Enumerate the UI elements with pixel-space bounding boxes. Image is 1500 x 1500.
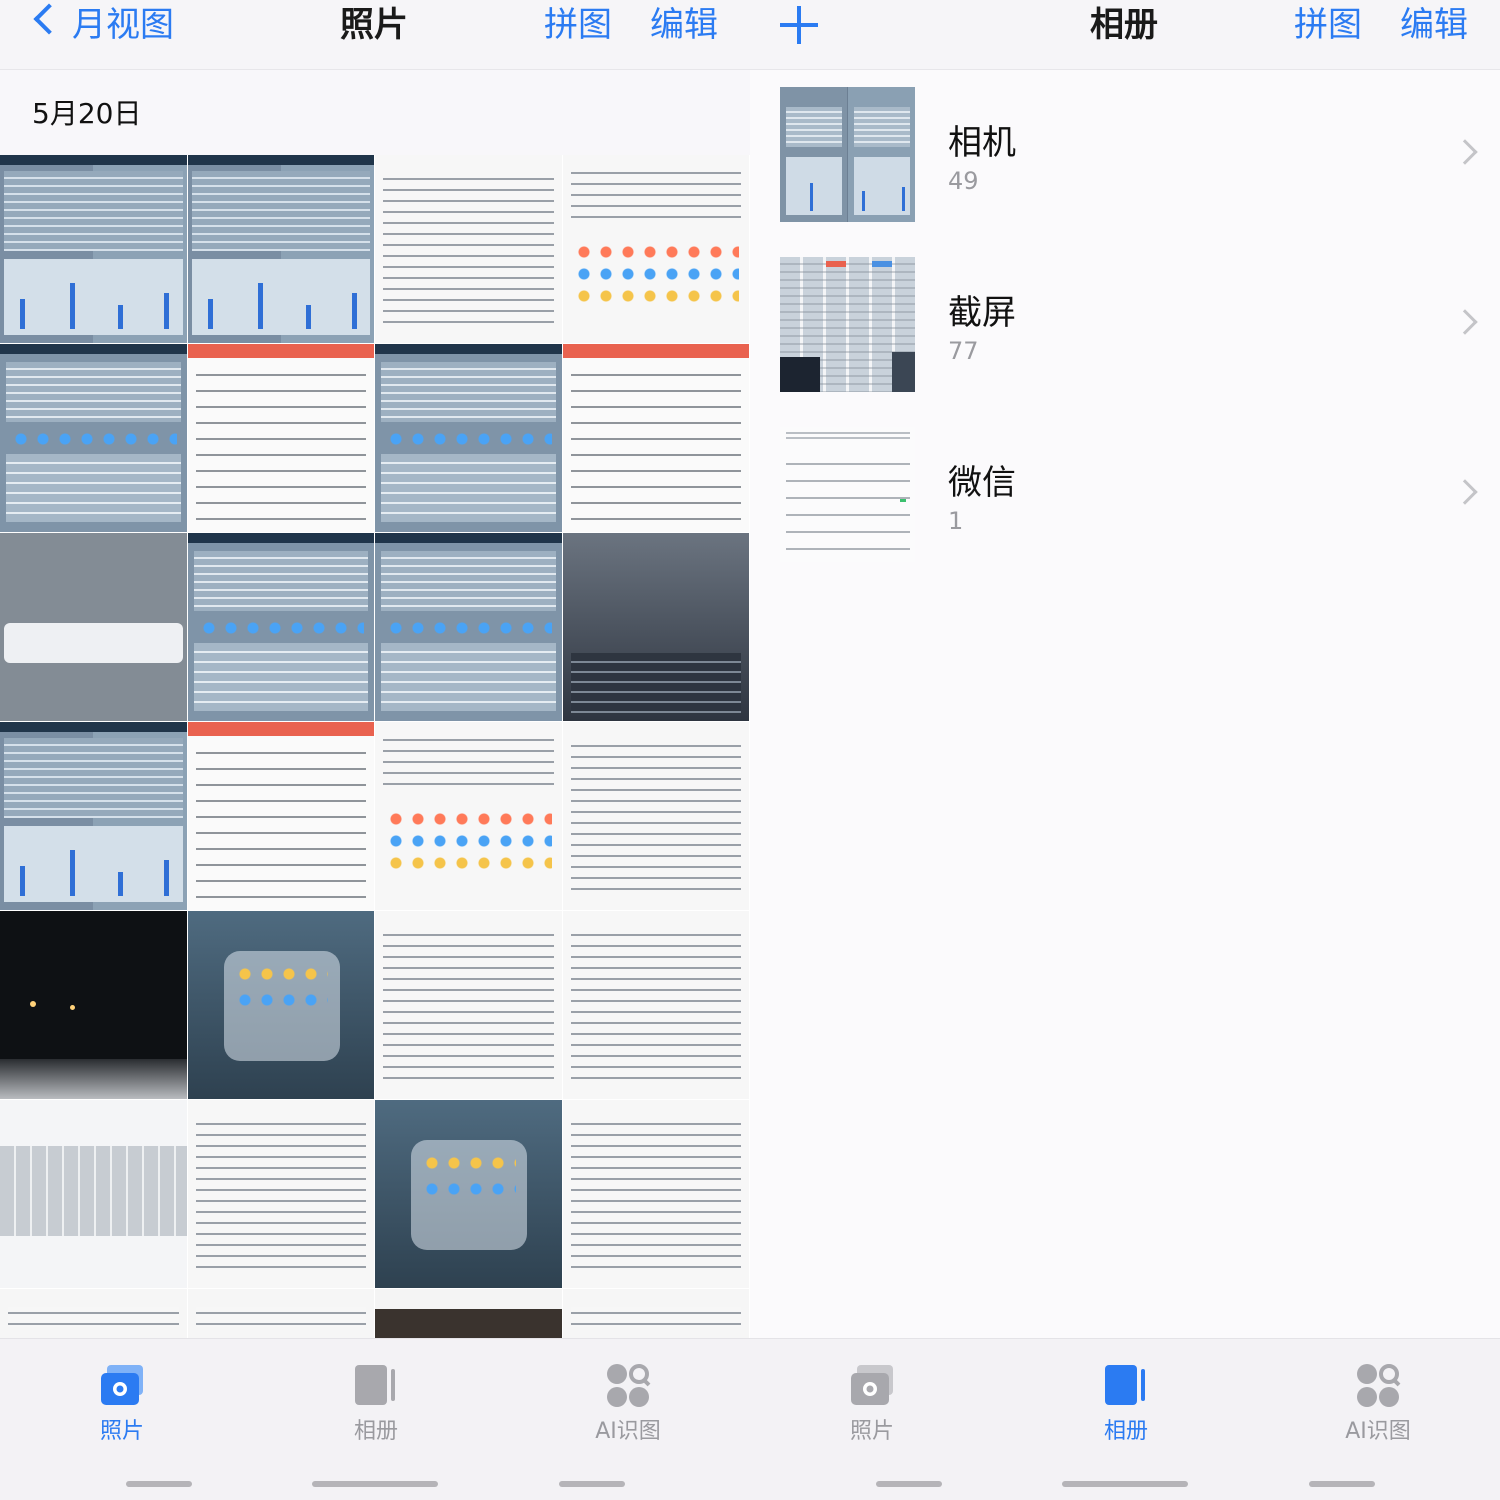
photo-thumbnail[interactable] <box>187 1289 375 1338</box>
photo-thumbnail[interactable] <box>187 533 375 722</box>
tab-photos[interactable]: 照片 <box>62 1361 182 1444</box>
tab-label: 照片 <box>849 1419 894 1444</box>
add-album-icon[interactable] <box>780 6 818 44</box>
photo-thumbnail[interactable] <box>375 1289 563 1338</box>
photo-thumbnail[interactable] <box>187 722 375 911</box>
tab-ai-recognize[interactable]: AI识图 <box>568 1361 688 1444</box>
albums-header: 相册 拼图 编辑 <box>750 0 1500 70</box>
album-item-wechat[interactable]: 微信 1 <box>750 427 1500 577</box>
tab-albums[interactable]: 相册 <box>316 1361 436 1444</box>
album-item-camera[interactable]: 相机 49 <box>750 87 1500 237</box>
tab-photos[interactable]: 照片 <box>812 1361 932 1444</box>
photo-thumbnail[interactable] <box>375 722 563 911</box>
tab-label: AI识图 <box>1345 1419 1411 1444</box>
album-name: 相机 <box>948 123 1016 163</box>
photo-thumbnail[interactable] <box>187 344 375 533</box>
home-indicator <box>559 1481 625 1487</box>
home-indicator <box>126 1481 192 1487</box>
date-section-label: 5月20日 <box>32 97 142 130</box>
photo-thumbnail[interactable] <box>562 1100 750 1289</box>
album-count: 1 <box>948 507 964 535</box>
photo-thumbnail[interactable] <box>375 1100 563 1289</box>
photo-thumbnail[interactable] <box>0 1289 188 1338</box>
album-name: 微信 <box>948 463 1016 503</box>
album-thumbnail <box>780 87 915 222</box>
album-thumbnail <box>780 427 915 562</box>
photos-screen: 月视图 照片 拼图 编辑 5月20日 照片 相册 AI识图 <box>0 0 750 1500</box>
tab-albums[interactable]: 相册 <box>1066 1361 1186 1444</box>
photo-thumbnail[interactable] <box>375 533 563 722</box>
photo-thumbnail[interactable] <box>562 533 750 722</box>
back-chevron-icon[interactable] <box>33 3 65 35</box>
tab-bar: 照片 相册 AI识图 <box>750 1338 1500 1500</box>
edit-button[interactable]: 编辑 <box>650 0 718 50</box>
photo-thumbnail[interactable] <box>0 533 188 722</box>
album-thumbnail <box>780 257 915 392</box>
photo-thumbnail[interactable] <box>375 155 563 344</box>
photo-thumbnail[interactable] <box>0 344 188 533</box>
photos-icon <box>101 1365 143 1405</box>
collage-button[interactable]: 拼图 <box>1294 0 1362 50</box>
photo-thumbnail[interactable] <box>375 911 563 1100</box>
photo-thumbnail[interactable] <box>0 722 188 911</box>
tab-bar: 照片 相册 AI识图 <box>0 1338 750 1500</box>
ai-recognize-icon <box>1357 1364 1401 1407</box>
photos-icon <box>851 1365 893 1405</box>
album-count: 49 <box>948 167 979 195</box>
chevron-right-icon <box>1452 309 1478 335</box>
photo-thumbnail[interactable] <box>562 722 750 911</box>
ai-recognize-icon <box>607 1364 651 1407</box>
photo-thumbnail[interactable] <box>375 344 563 533</box>
month-view-button[interactable]: 月视图 <box>72 0 174 50</box>
page-title: 照片 <box>340 5 408 45</box>
page-title: 相册 <box>1090 5 1158 45</box>
tab-label: 相册 <box>1103 1419 1148 1444</box>
home-indicator <box>1062 1481 1188 1487</box>
albums-icon <box>355 1365 395 1405</box>
home-indicator <box>1309 1481 1375 1487</box>
photo-grid <box>0 155 750 1338</box>
tab-label: AI识图 <box>595 1419 661 1444</box>
home-indicator <box>312 1481 438 1487</box>
photo-thumbnail[interactable] <box>562 911 750 1100</box>
photos-header: 月视图 照片 拼图 编辑 <box>0 0 750 70</box>
photo-thumbnail[interactable] <box>562 344 750 533</box>
tab-label: 相册 <box>353 1419 398 1444</box>
chevron-right-icon <box>1452 479 1478 505</box>
album-count: 77 <box>948 337 979 365</box>
photo-thumbnail[interactable] <box>0 1100 188 1289</box>
chevron-right-icon <box>1452 139 1478 165</box>
albums-screen: 相册 拼图 编辑 相机 49 截屏 77 微信 1 照片 相册 AI识图 <box>750 0 1500 1500</box>
edit-button[interactable]: 编辑 <box>1400 0 1468 50</box>
photo-thumbnail[interactable] <box>0 911 188 1100</box>
tab-label: 照片 <box>99 1419 144 1444</box>
photo-thumbnail[interactable] <box>562 1289 750 1338</box>
photo-thumbnail[interactable] <box>0 155 188 344</box>
photo-thumbnail[interactable] <box>187 911 375 1100</box>
photo-thumbnail[interactable] <box>562 155 750 344</box>
collage-button[interactable]: 拼图 <box>544 0 612 50</box>
albums-icon <box>1105 1365 1145 1405</box>
tab-ai-recognize[interactable]: AI识图 <box>1318 1361 1438 1444</box>
photo-thumbnail[interactable] <box>187 1100 375 1289</box>
album-name: 截屏 <box>948 293 1016 333</box>
photo-thumbnail[interactable] <box>187 155 375 344</box>
home-indicator <box>876 1481 942 1487</box>
album-item-screenshots[interactable]: 截屏 77 <box>750 257 1500 407</box>
